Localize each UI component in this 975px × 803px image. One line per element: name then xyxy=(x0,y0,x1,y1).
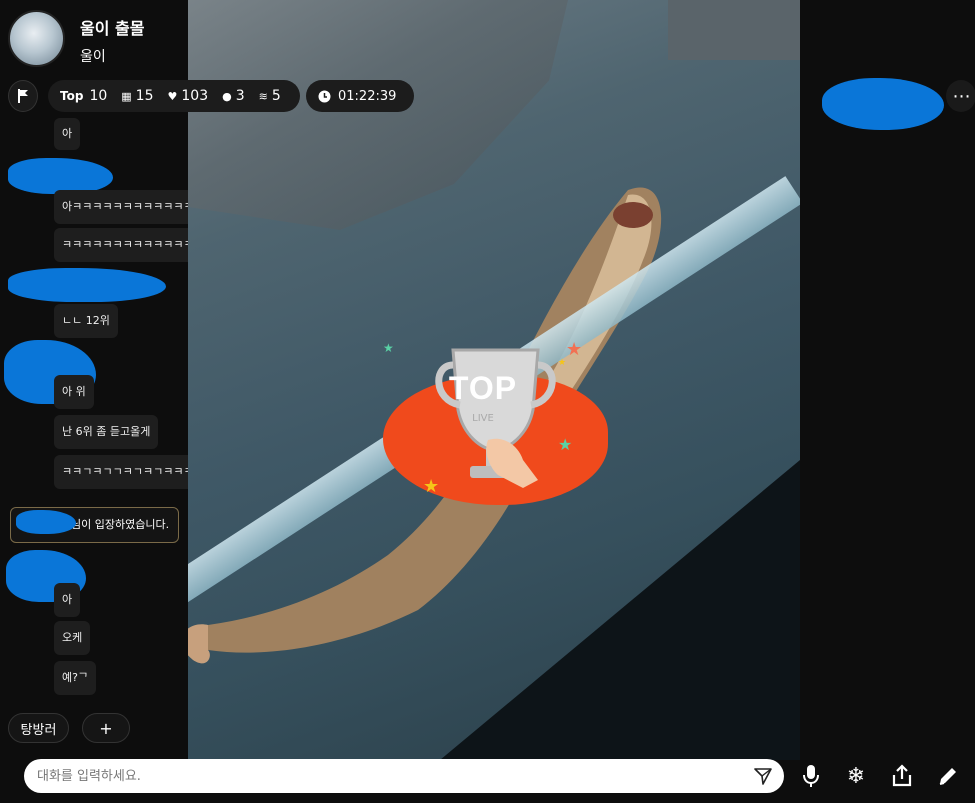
pencil-icon xyxy=(939,768,956,785)
chat-message: ㅋㅋㄱㅋㄱㄱㅋㄱㅋㄱㅋㅋㅋㅋ xyxy=(54,455,188,489)
svg-text:★: ★ xyxy=(558,358,566,368)
chat-message: 예?ᄀ xyxy=(54,661,97,695)
like-stat: ♥ 103 xyxy=(168,88,209,104)
flag-button[interactable] xyxy=(8,80,38,112)
clock-icon xyxy=(318,90,331,102)
layers-icon: ≋ xyxy=(258,89,268,103)
like-count: 103 xyxy=(181,88,209,104)
edit-button[interactable] xyxy=(933,761,963,791)
gift-stat: ▦ 15 xyxy=(121,88,153,104)
layer-count: 5 xyxy=(271,88,281,104)
chat-message: 아 xyxy=(54,583,81,617)
heart-icon: ♥ xyxy=(167,89,178,103)
person-icon: ● xyxy=(222,89,232,103)
send-icon[interactable] xyxy=(754,767,772,785)
exit-room-button[interactable]: 탕방러 xyxy=(8,713,69,743)
chat-message: 난 6위 좀 듣고올게 xyxy=(54,415,159,449)
viewer-count: 3 xyxy=(235,88,245,104)
chat-message: 오케 xyxy=(54,621,91,655)
redacted-username xyxy=(8,158,113,194)
streamer-avatar[interactable] xyxy=(8,10,65,67)
chat-panel[interactable]: 아 아ㅋㅋㅋㅋㅋㅋㅋㅋㅋㅋㅋㅋㅋㅋㅋㅋㅋㅋㅋㅋㅋ ㅋㅋㅋㅋㅋㅋㅋㅋㅋㅋㅋㅋㅋㅋㅋ… xyxy=(0,118,188,703)
chat-input[interactable] xyxy=(24,759,724,793)
flag-icon xyxy=(18,89,28,103)
top-label: Top xyxy=(60,89,84,103)
more-button[interactable]: ⋯ xyxy=(946,80,975,112)
more-icon: ⋯ xyxy=(952,85,971,107)
gift-icon: ▦ xyxy=(121,89,132,103)
snowflake-icon: ❄ xyxy=(846,763,866,789)
broadcast-timer: 01:22:39 xyxy=(338,88,397,104)
layer-stat: ≋ 5 xyxy=(259,88,281,104)
chat-message: 아 xyxy=(54,118,81,150)
redacted-username xyxy=(16,510,76,534)
top-rank-value: 10 xyxy=(89,88,108,104)
stats-pill[interactable]: Top 10 ▦ 15 ♥ 103 ● 3 ≋ 5 xyxy=(48,80,300,112)
top-live-badge: TOP LIVE ★ ★ ★ ★ ★ xyxy=(383,340,608,510)
guest-user[interactable] xyxy=(822,78,944,130)
chat-message: 아ㅋㅋㅋㅋㅋㅋㅋㅋㅋㅋㅋㅋㅋㅋㅋㅋㅋㅋㅋㅋㅋ xyxy=(54,190,188,224)
share-icon xyxy=(892,764,912,787)
svg-text:★: ★ xyxy=(558,435,572,454)
redacted-username xyxy=(822,78,944,130)
top-rank-stat: Top 10 xyxy=(60,88,107,104)
svg-text:★: ★ xyxy=(423,476,439,497)
freeze-button[interactable]: ❄ xyxy=(841,761,871,791)
chat-message: 아 위 xyxy=(54,375,94,409)
gift-count: 15 xyxy=(135,88,154,104)
mic-icon xyxy=(803,765,819,787)
redacted-username xyxy=(8,268,166,302)
stream-title: 울이 출몰 xyxy=(80,19,145,38)
star-icons: ★ ★ ★ ★ ★ xyxy=(383,340,582,497)
mic-button[interactable] xyxy=(796,761,826,791)
timer-pill: 01:22:39 xyxy=(306,80,414,112)
entry-notice-text: 님이 입장하였습니다. xyxy=(71,518,170,531)
add-button[interactable]: + xyxy=(82,713,130,743)
video-stream[interactable]: TOP LIVE ★ ★ ★ ★ ★ xyxy=(188,0,800,760)
chat-message: ㅋㅋㅋㅋㅋㅋㅋㅋㅋㅋㅋㅋㅋㅋㅋㅋㅋㅋ xyxy=(54,228,188,262)
svg-text:★: ★ xyxy=(566,340,582,360)
chat-input-bar xyxy=(24,759,784,793)
viewer-stat: ● 3 xyxy=(222,88,245,104)
streamer-name[interactable]: 울이 xyxy=(80,46,106,66)
stream-header: 울이 출몰 울이 xyxy=(0,0,188,80)
svg-text:★: ★ xyxy=(383,341,394,355)
chat-message: ㄴㄴ 12위 xyxy=(54,304,118,338)
share-button[interactable] xyxy=(887,761,917,791)
